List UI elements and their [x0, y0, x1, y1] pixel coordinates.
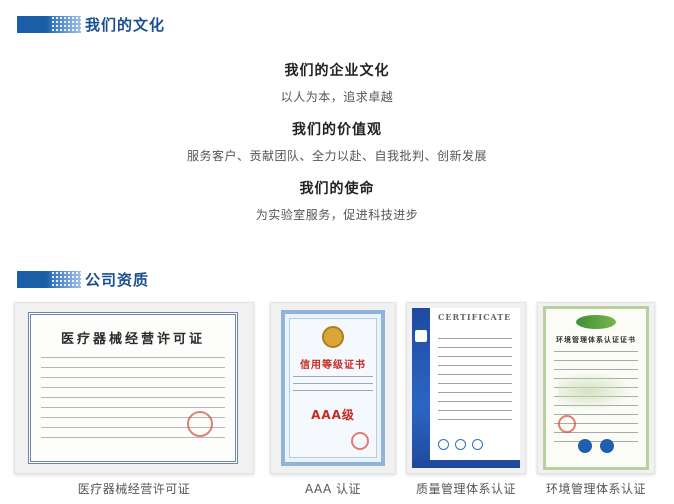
certificate-side-band [412, 308, 430, 468]
certificate-environment-management[interactable]: 环境管理体系认证证书 [537, 302, 655, 474]
culture-section-title: 我们的文化 [85, 15, 166, 34]
section-header-bar-graphic [17, 15, 81, 33]
qualification-section-title: 公司资质 [85, 270, 150, 289]
certificate-doc-title: 信用等级证书 [300, 360, 366, 371]
certificate-caption: 医疗器械经营许可证 [77, 482, 191, 496]
culture-section-header: 我们的文化 [17, 15, 166, 34]
certificate-caption: 质量管理体系认证 [415, 482, 516, 496]
certificate-image: 医疗器械经营许可证 [28, 312, 238, 464]
certificate-quality-management[interactable]: CERTIFICATE [406, 302, 526, 474]
qualification-section-header: 公司资质 [17, 270, 150, 289]
certificate-aaa-credit[interactable]: 信用等级证书 AAA级 [270, 302, 396, 474]
certificate-caption: 环境管理体系认证 [545, 482, 646, 496]
culture-text: 为实验室服务，促进科技进步 [255, 208, 419, 222]
culture-item-enterprise: 我们的企业文化 以人为本，追求卓越 [0, 60, 674, 105]
certificate-doc-title: CERTIFICATE [438, 312, 512, 322]
certificate-grade: AAA级 [311, 408, 355, 422]
world-map-watermark [558, 371, 634, 411]
culture-text: 服务客户、贡献团队、全力以赴、自我批判、创新发展 [186, 149, 487, 163]
certification-logos [564, 439, 628, 453]
certificate-image: 环境管理体系认证证书 [543, 306, 649, 470]
certificate-doc-title: 环境管理体系认证证书 [556, 336, 636, 344]
culture-item-mission: 我们的使命 为实验室服务，促进科技进步 [0, 178, 674, 223]
culture-text: 以人为本，追求卓越 [280, 90, 394, 104]
certificate-image: 信用等级证书 AAA级 [281, 310, 385, 466]
culture-item-values: 我们的价值观 服务客户、贡献团队、全力以赴、自我批判、创新发展 [0, 119, 674, 164]
official-seal-icon [351, 432, 369, 450]
certificate-image: CERTIFICATE [412, 308, 520, 468]
section-header-bar-graphic [17, 270, 81, 288]
certificate-caption: AAA 认证 [304, 482, 362, 496]
green-logo-icon [576, 315, 616, 329]
official-seal-icon [558, 415, 576, 433]
official-seal-icon [187, 411, 213, 437]
certificate-text-lines [438, 338, 512, 428]
certificate-medical-device-license[interactable]: 医疗器械经营许可证 [14, 302, 254, 474]
culture-heading: 我们的价值观 [280, 119, 394, 141]
emblem-icon [322, 326, 344, 348]
certificate-bottom-band [412, 460, 520, 468]
certificate-text-lines [293, 376, 373, 397]
certification-logos [438, 439, 512, 450]
culture-heading: 我们的使命 [287, 178, 387, 200]
culture-heading: 我们的企业文化 [272, 60, 402, 82]
certificate-doc-title: 医疗器械经营许可证 [60, 332, 205, 347]
